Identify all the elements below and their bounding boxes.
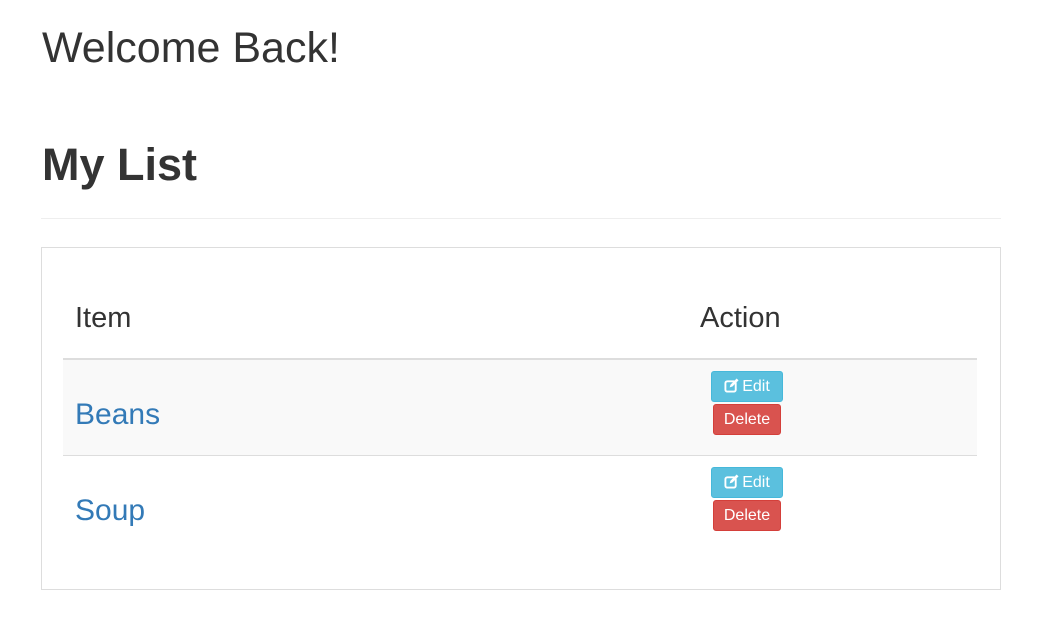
column-header-action: Action: [700, 302, 781, 334]
divider: [41, 218, 1001, 219]
table-header: Item Action: [63, 286, 977, 360]
welcome-heading: Welcome Back!: [42, 24, 340, 72]
delete-button[interactable]: Delete: [713, 500, 781, 531]
page: Welcome Back! My List Item Action Beans …: [0, 0, 1038, 617]
page-title: My List: [42, 139, 198, 190]
delete-button[interactable]: Delete: [713, 404, 781, 435]
edit-button[interactable]: Edit: [711, 371, 783, 402]
item-link-soup[interactable]: Soup: [75, 493, 145, 529]
items-table: Item Action Beans Edit Delete Soup Edit …: [63, 286, 977, 551]
edit-button[interactable]: Edit: [711, 467, 783, 498]
edit-icon: [724, 474, 739, 489]
edit-icon: [724, 378, 739, 393]
table-row: Soup Edit Delete: [63, 456, 977, 551]
table-row: Beans Edit Delete: [63, 360, 977, 456]
list-panel: Item Action Beans Edit Delete Soup Edit …: [41, 247, 1001, 590]
edit-button-label: Edit: [742, 378, 770, 395]
edit-button-label: Edit: [742, 474, 770, 491]
item-link-beans[interactable]: Beans: [75, 397, 160, 433]
column-header-item: Item: [75, 302, 132, 334]
